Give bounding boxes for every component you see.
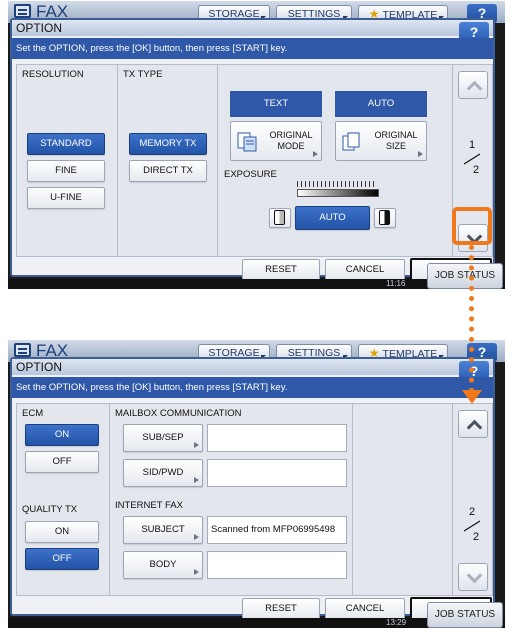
reset-button[interactable]: RESET [242,259,320,281]
document-mode-icon [237,132,257,152]
tx-type-direct-button[interactable]: DIRECT TX [129,160,207,182]
exposure-auto-button[interactable]: AUTO [295,206,370,230]
internet-fax-label: INTERNET FAX [115,500,183,511]
ecm-off-button[interactable]: OFF [25,451,99,473]
sub-sep-field[interactable] [207,424,347,452]
options-panel: ECM ON OFF QUALITY TX ON OFF MAILBOX COM… [16,403,493,596]
expand-icon [194,477,199,483]
page-current: 2 [468,506,476,518]
scroll-up-button[interactable] [458,71,488,99]
dialog-title: OPTION [12,359,493,375]
option-screen-page-2: FAX STORAGE SETTINGS ★ TEMPLATE ? OPTION … [8,340,505,628]
options-panel: RESOLUTION STANDARD FINE U-FINE TX TYPE … [16,64,493,257]
option-screen-page-1: FAX STORAGE SETTINGS ★ TEMPLATE ? OPTION … [8,1,505,289]
subject-field[interactable]: Scanned from MFP06995498 [207,516,347,544]
original-mode-value: TEXT [230,91,322,117]
reset-button[interactable]: RESET [242,598,320,620]
original-mode-button[interactable]: ORIGINAL MODE [230,121,322,161]
ecm-on-button[interactable]: ON [25,424,99,446]
quality-tx-off-button[interactable]: OFF [25,548,99,570]
exposure-lighter-button[interactable] [269,208,291,228]
page-current: 1 [468,139,476,151]
exposure-label: EXPOSURE [224,169,277,180]
option-dialog: OPTION ? Set the OPTION, press the [OK] … [10,357,495,621]
dialog-title: OPTION [12,20,493,36]
fax-icon [14,343,31,357]
expand-icon [418,151,423,157]
resolution-fine-button[interactable]: FINE [27,160,105,182]
original-size-label: ORIGINAL SIZE [374,130,418,151]
expand-icon [194,442,199,448]
mailbox-label: MAILBOX COMMUNICATION [115,408,242,419]
guide-arrow-icon [462,390,482,404]
sub-sep-button[interactable]: SUB/SEP [123,424,203,452]
body-field[interactable] [207,551,347,579]
page-total: 2 [472,164,480,176]
clock: 11:16 [386,279,406,288]
exposure-gradient [297,189,379,197]
cancel-button[interactable]: CANCEL [325,259,405,281]
original-size-button[interactable]: ORIGINAL SIZE [335,121,427,161]
sid-pwd-field[interactable] [207,459,347,487]
tx-type-label: TX TYPE [123,69,163,80]
clock: 13:29 [386,618,407,627]
original-mode-label: ORIGINAL MODE [269,130,313,151]
ecm-label: ECM [22,408,44,419]
page-total: 2 [472,531,480,543]
dark-icon [379,210,390,225]
subject-button[interactable]: SUBJECT [123,516,203,544]
exposure-darker-button[interactable] [374,208,396,228]
quality-tx-on-button[interactable]: ON [25,521,99,543]
expand-icon [194,569,199,575]
resolution-u-fine-button[interactable]: U-FINE [27,187,105,209]
scroll-down-button[interactable] [458,563,488,591]
job-status-button[interactable]: JOB STATUS [427,263,503,289]
exposure-scale [297,181,377,187]
original-size-value: AUTO [335,91,427,117]
guide-dotted-line [469,245,474,393]
job-status-button[interactable]: JOB STATUS [427,602,503,628]
expand-icon [194,534,199,540]
sid-pwd-button[interactable]: SID/PWD [123,459,203,487]
tx-type-memory-button[interactable]: MEMORY TX [129,133,207,155]
option-dialog: OPTION ? Set the OPTION, press the [OK] … [10,18,495,282]
body-button[interactable]: BODY [123,551,203,579]
quality-tx-label: QUALITY TX [22,504,78,515]
resolution-label: RESOLUTION [22,69,84,80]
instruction-text: Set the OPTION, press the [OK] button, t… [12,38,493,59]
scroll-down-highlight [452,207,492,245]
light-icon [274,210,285,225]
scroll-up-button[interactable] [458,410,488,438]
cancel-button[interactable]: CANCEL [325,598,405,620]
document-size-icon [342,132,360,151]
fax-icon [14,4,31,18]
resolution-standard-button[interactable]: STANDARD [27,133,105,155]
instruction-text: Set the OPTION, press the [OK] button, t… [12,377,493,398]
expand-icon [313,151,318,157]
